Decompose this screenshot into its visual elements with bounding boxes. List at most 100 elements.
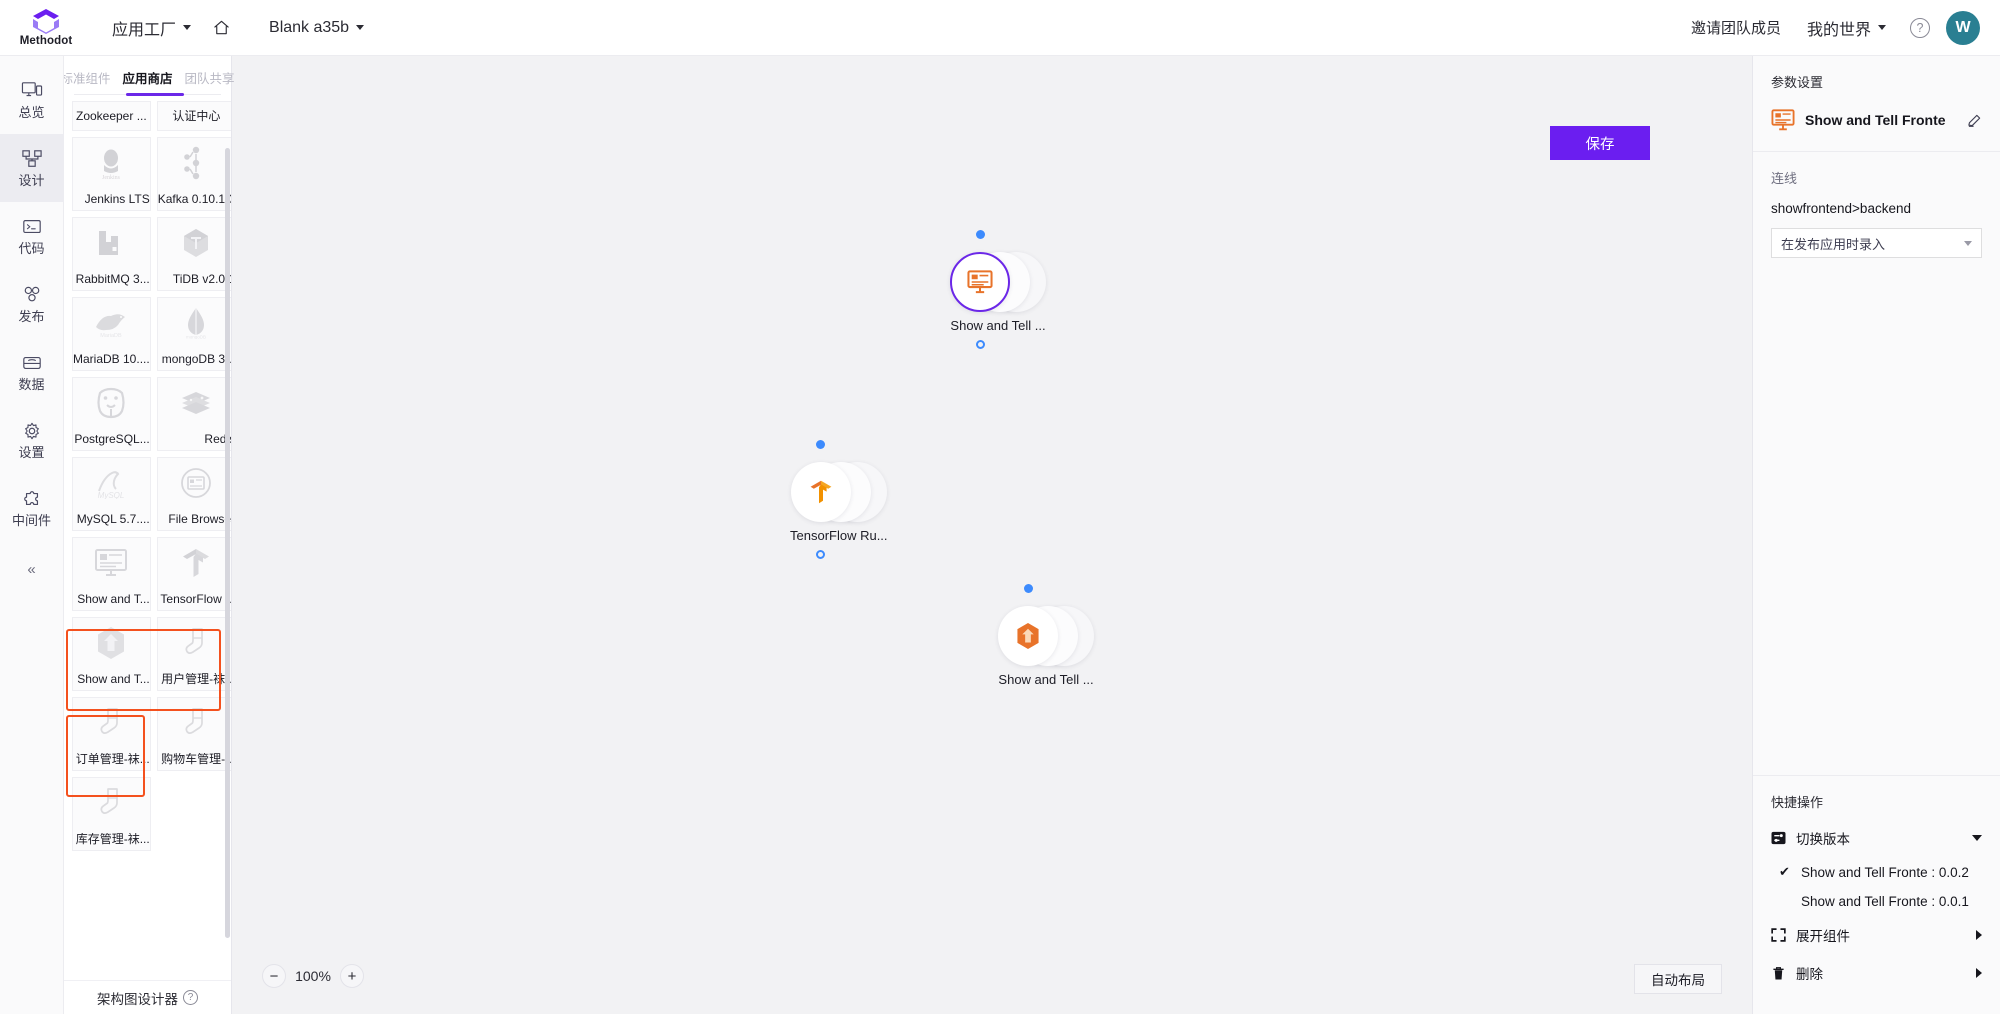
canvas-node-show-and-tell-frontend[interactable]: Show and Tell ... bbox=[950, 252, 1046, 333]
collapse-sidebar-button[interactable]: « bbox=[0, 542, 64, 596]
quick-action-delete[interactable]: 删除 bbox=[1753, 954, 2000, 992]
palette-item-zookeeper[interactable]: Zookeeper ... bbox=[72, 101, 151, 131]
node-port-bottom[interactable] bbox=[816, 550, 825, 559]
tensorflow-icon bbox=[809, 479, 833, 505]
sidebar-item-label: 数据 bbox=[18, 378, 44, 391]
palette-item-redis[interactable]: Redis bbox=[157, 377, 231, 451]
palette-item-cart-management[interactable]: 购物车管理-... bbox=[157, 697, 231, 771]
tab-app-store[interactable]: 应用商店 bbox=[123, 68, 173, 87]
kafka-icon bbox=[158, 138, 231, 189]
quick-action-switch-version[interactable]: 切换版本 bbox=[1753, 819, 2000, 857]
project-menu[interactable]: Blank a35b bbox=[261, 0, 372, 56]
panel-spacer bbox=[1753, 258, 2000, 775]
palette-item-mysql[interactable]: MySQL MySQL 5.7.... bbox=[72, 457, 151, 531]
my-world-menu[interactable]: 我的世界 bbox=[1799, 0, 1894, 56]
node-port-top[interactable] bbox=[816, 440, 825, 449]
component-palette: 标准组件 应用商店 团队共享 Zookeeper ... 认证中心 Jenkin… bbox=[64, 56, 232, 1014]
auto-layout-button[interactable]: 自动布局 bbox=[1634, 964, 1722, 994]
palette-item-label: MariaDB 10.... bbox=[73, 353, 150, 370]
palette-footer: 架构图设计器 ? bbox=[64, 980, 231, 1014]
help-icon[interactable]: ? bbox=[183, 990, 198, 1005]
canvas-node-show-and-tell-backend[interactable]: Show and Tell ... bbox=[998, 606, 1094, 687]
rabbitmq-icon bbox=[73, 218, 150, 269]
node-disc-front[interactable] bbox=[791, 462, 851, 522]
sidebar-item-overview[interactable]: 总览 bbox=[0, 66, 64, 134]
palette-item-kafka[interactable]: Kafka 0.10.1.0 bbox=[157, 137, 231, 211]
palette-item-label: 购物车管理-... bbox=[161, 753, 231, 770]
palette-item-show-and-tell-frontend[interactable]: Show and T... bbox=[72, 537, 151, 611]
node-port-top[interactable] bbox=[1024, 584, 1033, 593]
help-icon[interactable]: ? bbox=[1910, 18, 1930, 38]
palette-item-order-management[interactable]: 订单管理-袜... bbox=[72, 697, 151, 771]
zoom-out-button[interactable]: − bbox=[262, 964, 286, 988]
node-disc-front[interactable] bbox=[998, 606, 1058, 666]
canvas-node-tensorflow-runtime[interactable]: TensorFlow Ru... bbox=[790, 462, 888, 543]
brand-logo-block[interactable]: Methodot bbox=[14, 8, 78, 47]
tab-standard-components[interactable]: 标准组件 bbox=[60, 68, 110, 87]
palette-item-label: Show and T... bbox=[77, 593, 150, 610]
link-value-select[interactable]: 在发布应用时录入 bbox=[1771, 228, 1982, 258]
pencil-icon[interactable] bbox=[1967, 113, 1982, 128]
chevron-right-icon bbox=[1976, 930, 1982, 940]
trash-icon bbox=[1771, 966, 1786, 981]
invite-team-button[interactable]: 邀请团队成员 bbox=[1677, 17, 1795, 38]
avatar[interactable]: W bbox=[1946, 11, 1980, 45]
top-bar: Methodot 应用工厂 Blank a35b 邀请团队成员 我的世界 ? W bbox=[0, 0, 2000, 56]
version-option-0[interactable]: ✔ Show and Tell Fronte : 0.0.2 bbox=[1753, 857, 2000, 887]
link-value-label: 在发布应用时录入 bbox=[1781, 234, 1885, 253]
node-port-bottom[interactable] bbox=[976, 340, 985, 349]
version-option-1[interactable]: Show and Tell Fronte : 0.0.1 bbox=[1753, 887, 2000, 916]
sidebar-item-code[interactable]: 代码 bbox=[0, 202, 64, 270]
sidebar-item-label: 发布 bbox=[18, 310, 44, 323]
palette-item-inventory-management[interactable]: 库存管理-袜... bbox=[72, 777, 151, 851]
switch-version-icon bbox=[1771, 831, 1786, 846]
palette-item-label: TensorFlow ... bbox=[160, 593, 231, 610]
chevron-right-icon bbox=[1976, 968, 1982, 978]
link-section-title: 连线 bbox=[1753, 152, 2000, 187]
quick-action-expand-component[interactable]: 展开组件 bbox=[1753, 916, 2000, 954]
hexagon-arrow-icon bbox=[73, 618, 150, 669]
link-name: showfrontend>backend bbox=[1753, 187, 2000, 216]
tab-team-shared[interactable]: 团队共享 bbox=[185, 68, 235, 87]
component-name: Show and Tell Fronte bbox=[1805, 112, 1957, 128]
node-disc-stack bbox=[998, 606, 1094, 666]
palette-item-file-browser[interactable]: File Browser bbox=[157, 457, 231, 531]
sidebar-item-design[interactable]: 设计 bbox=[0, 134, 64, 202]
node-port-top[interactable] bbox=[976, 230, 985, 239]
palette-item-rabbitmq[interactable]: RabbitMQ 3... bbox=[72, 217, 151, 291]
sidebar-item-middleware[interactable]: 中间件 bbox=[0, 474, 64, 542]
palette-scroll-area[interactable]: Zookeeper ... 认证中心 Jenkins Jenkins LTS bbox=[64, 95, 231, 980]
zoom-in-button[interactable]: + bbox=[340, 964, 364, 988]
palette-item-tensorflow[interactable]: TensorFlow ... bbox=[157, 537, 231, 611]
home-button[interactable] bbox=[199, 0, 243, 56]
my-world-label: 我的世界 bbox=[1807, 16, 1871, 40]
design-canvas[interactable]: 保存 Show bbox=[232, 56, 1752, 1014]
app-factory-menu[interactable]: 应用工厂 bbox=[104, 0, 199, 56]
palette-item-auth-center[interactable]: 认证中心 bbox=[157, 101, 231, 131]
save-button[interactable]: 保存 bbox=[1550, 126, 1650, 160]
methodot-logo-icon bbox=[31, 8, 61, 34]
publish-icon bbox=[21, 285, 43, 305]
svg-text:mongoDB: mongoDB bbox=[186, 335, 206, 340]
palette-item-jenkins[interactable]: Jenkins Jenkins LTS bbox=[72, 137, 151, 211]
palette-item-tidb[interactable]: TiDB v2.0.1 bbox=[157, 217, 231, 291]
mysql-icon: MySQL bbox=[73, 458, 150, 509]
palette-item-mongodb[interactable]: mongoDB mongoDB 3... bbox=[157, 297, 231, 371]
palette-scrollbar[interactable] bbox=[225, 148, 230, 938]
node-disc-front[interactable] bbox=[950, 252, 1010, 312]
palette-item-show-and-tell-backend[interactable]: Show and T... bbox=[72, 617, 151, 691]
file-browser-icon bbox=[158, 458, 231, 509]
sidebar-item-publish[interactable]: 发布 bbox=[0, 270, 64, 338]
sock-icon bbox=[73, 698, 150, 749]
palette-item-mariadb[interactable]: MariaDB MariaDB 10.... bbox=[72, 297, 151, 371]
overview-icon bbox=[21, 81, 43, 101]
check-icon: ✔ bbox=[1779, 864, 1793, 880]
palette-item-user-management[interactable]: 用户管理-袜... bbox=[157, 617, 231, 691]
palette-item-label: Kafka 0.10.1.0 bbox=[158, 193, 231, 210]
sidebar-item-label: 设置 bbox=[18, 446, 44, 459]
palette-item-postgresql[interactable]: PostgreSQL... bbox=[72, 377, 151, 451]
quick-actions-section: 快捷操作 切换版本 ✔ Show and Tell Fronte : 0.0.2… bbox=[1753, 775, 2000, 1014]
sidebar-item-data[interactable]: 数据 bbox=[0, 338, 64, 406]
sidebar-item-settings[interactable]: 设置 bbox=[0, 406, 64, 474]
monitor-orange-icon bbox=[1771, 109, 1795, 131]
